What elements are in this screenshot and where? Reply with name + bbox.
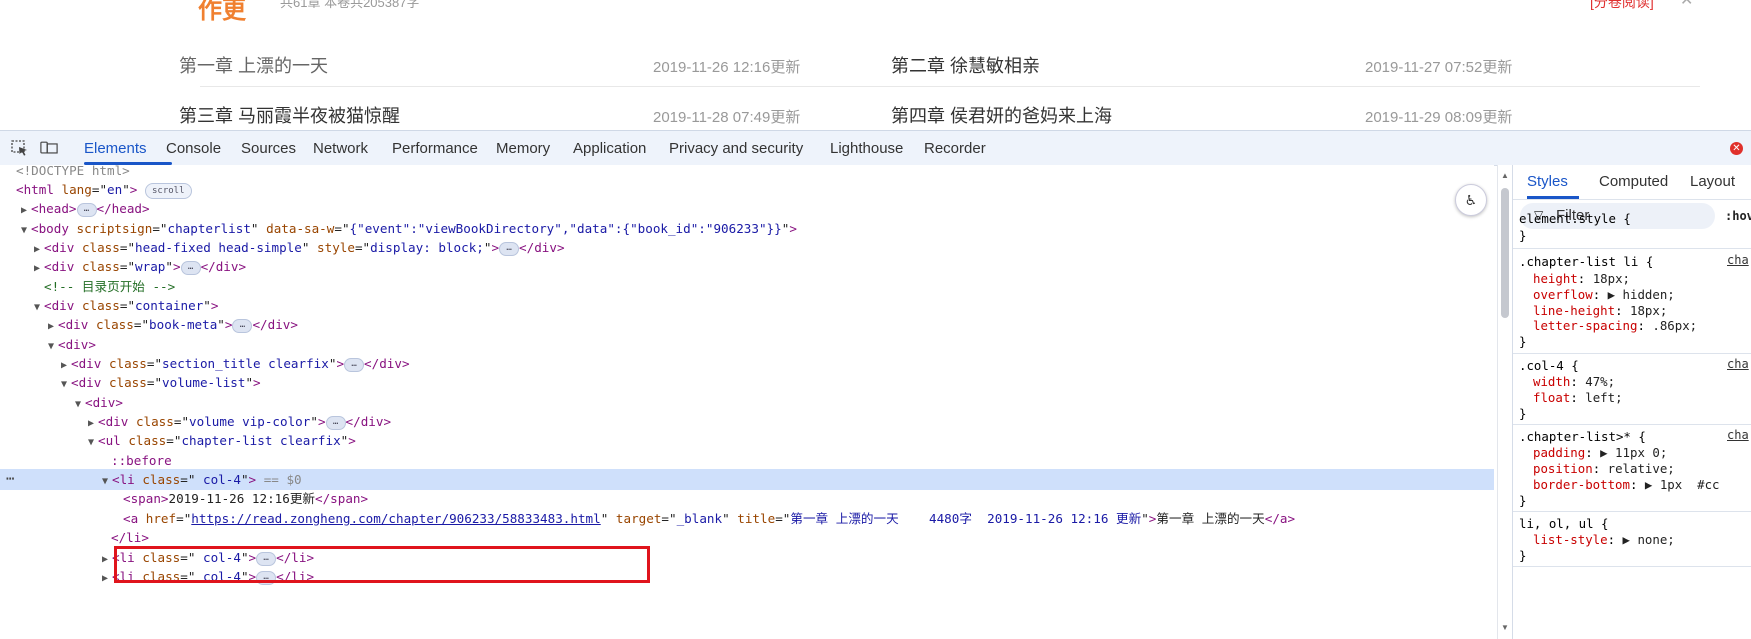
- tab-privacy-security[interactable]: Privacy and security: [669, 140, 803, 157]
- tab-lighthouse[interactable]: Lighthouse: [830, 140, 903, 157]
- scroll-down-icon[interactable]: ▼: [1501, 623, 1509, 632]
- dom-line[interactable]: ::before: [0, 450, 1494, 471]
- chapter-link[interactable]: 第三章 马丽霞半夜被猫惊醒: [179, 102, 400, 128]
- tab-sources[interactable]: Sources: [241, 140, 296, 157]
- dom-line[interactable]: ▶ <div class="wrap">… </div>: [0, 256, 1494, 277]
- ellipsis-badge[interactable]: …: [76, 202, 97, 217]
- css-rule[interactable]: element.style { }: [1513, 208, 1751, 249]
- volume-read-link[interactable]: [分卷阅读]: [1590, 0, 1654, 12]
- selected-node-marker: == $0: [263, 472, 302, 487]
- css-rule[interactable]: .chapter-list li { cha height: 18px; ove…: [1513, 250, 1751, 354]
- rule-source-link[interactable]: cha: [1727, 357, 1749, 371]
- tab-application[interactable]: Application: [573, 140, 646, 157]
- tab-memory[interactable]: Memory: [496, 140, 550, 157]
- tab-performance[interactable]: Performance: [392, 140, 478, 157]
- dom-line[interactable]: <a href="https://read.zongheng.com/chapt…: [0, 508, 1494, 529]
- chapter-link[interactable]: 第一章 上漂的一天: [179, 52, 328, 78]
- dom-line[interactable]: ▶ <head>… </head>: [0, 198, 1494, 219]
- dom-line[interactable]: ▼ <ul class="chapter-list clearfix">: [0, 430, 1494, 451]
- dom-line-selected[interactable]: ⋯ ▼ <li class=" col-4"> == $0: [0, 469, 1494, 490]
- elements-scrollbar[interactable]: ▲ ▼: [1497, 165, 1512, 639]
- active-tab-indicator: [1527, 196, 1579, 199]
- dom-line[interactable]: ▼ <body scriptsign="chapterlist" data-sa-…: [0, 218, 1494, 239]
- close-icon[interactable]: ✕: [1680, 0, 1693, 10]
- inspect-element-icon[interactable]: [11, 140, 29, 156]
- rule-source-link[interactable]: cha: [1727, 428, 1749, 442]
- href-link[interactable]: https://read.zongheng.com/chapter/906233…: [191, 511, 600, 526]
- doctype-node: <!DOCTYPE html>: [16, 163, 130, 178]
- dom-line[interactable]: <!-- 目录页开始 -->: [0, 276, 1494, 297]
- dom-line[interactable]: <!DOCTYPE html>: [0, 160, 1494, 181]
- expand-triangle-icon[interactable]: ▶: [102, 568, 112, 589]
- error-icon[interactable]: ✕: [1730, 142, 1743, 155]
- accessibility-icon[interactable]: ♿: [1455, 184, 1487, 216]
- ellipsis-badge[interactable]: …: [232, 318, 253, 333]
- chapter-time: 2019-11-26 12:16更新: [653, 59, 801, 76]
- tab-layout[interactable]: Layout: [1690, 173, 1735, 190]
- ellipsis-badge[interactable]: …: [180, 260, 201, 275]
- tab-styles[interactable]: Styles: [1527, 173, 1568, 190]
- styles-pane: Styles Computed Layout ▽ Filter :hov ele…: [1512, 165, 1751, 639]
- chapter-time: 2019-11-29 08:09更新: [1365, 109, 1513, 126]
- dom-line[interactable]: <html lang="en"> scroll: [0, 179, 1494, 200]
- chapter-time: 2019-11-27 07:52更新: [1365, 59, 1513, 76]
- dom-line[interactable]: ▶ <div class="volume vip-color">… </div>: [0, 411, 1494, 432]
- web-page-area: 作更 共61章 本卷共205387字 [分卷阅读] ✕ 第一章 上漂的一天 20…: [0, 0, 1751, 130]
- dom-line[interactable]: ▶ <div class="book-meta">… </div>: [0, 314, 1494, 335]
- tab-elements[interactable]: Elements: [84, 140, 147, 157]
- chapter-time: 2019-11-28 07:49更新: [653, 109, 801, 126]
- chapter-link[interactable]: 第四章 侯君妍的爸妈来上海: [891, 102, 1112, 128]
- dom-line[interactable]: ▶ <div class="section_title clearfix">… </…: [0, 353, 1494, 374]
- more-options-icon[interactable]: ⋯: [6, 469, 14, 490]
- tab-console[interactable]: Console: [166, 140, 221, 157]
- rule-source-link[interactable]: cha: [1727, 253, 1749, 267]
- dom-line[interactable]: ▼ <div class="container">: [0, 295, 1494, 316]
- dom-line[interactable]: </li>: [0, 527, 1494, 548]
- scroll-badge[interactable]: scroll: [144, 182, 192, 199]
- dom-line[interactable]: ▼ <div class="volume-list">: [0, 372, 1494, 393]
- dom-line[interactable]: <span>2019-11-26 12:16更新</span>: [0, 488, 1494, 509]
- book-title-fragment: 作更: [198, 0, 246, 24]
- dom-line[interactable]: ▼ <div>: [0, 334, 1494, 355]
- volume-meta: 共61章 本卷共205387字: [280, 0, 420, 10]
- styles-tabbar: Styles Computed Layout: [1513, 165, 1751, 200]
- scroll-up-icon[interactable]: ▲: [1501, 171, 1509, 180]
- device-toolbar-icon[interactable]: [40, 140, 58, 156]
- chapter-row: 第一章 上漂的一天 2019-11-26 12:16更新 第二章 徐慧敏相亲 2…: [179, 44, 1700, 87]
- html-comment: <!-- 目录页开始 -->: [44, 279, 176, 294]
- ellipsis-badge[interactable]: …: [499, 241, 520, 256]
- css-rule[interactable]: .col-4 { cha width: 47%; float: left; }: [1513, 355, 1751, 425]
- css-rule[interactable]: .chapter-list>* { cha padding: ▶ 11px 0;…: [1513, 426, 1751, 512]
- pseudo-element: ::before: [111, 453, 172, 468]
- tab-network[interactable]: Network: [313, 140, 368, 157]
- ellipsis-badge[interactable]: …: [344, 357, 365, 372]
- dom-line[interactable]: ▼ <div>: [0, 392, 1494, 413]
- scrollbar-thumb[interactable]: [1501, 188, 1509, 318]
- chapter-row: 第三章 马丽霞半夜被猫惊醒 2019-11-28 07:49更新 第四章 侯君妍…: [179, 94, 1700, 130]
- tab-computed[interactable]: Computed: [1599, 173, 1668, 190]
- ellipsis-badge[interactable]: …: [325, 415, 346, 430]
- highlight-annotation-box: [114, 546, 650, 583]
- css-rule[interactable]: li, ol, ul { list-style: ▶ none; }: [1513, 513, 1751, 567]
- chapter-link[interactable]: 第二章 徐慧敏相亲: [891, 52, 1040, 78]
- tab-recorder[interactable]: Recorder: [924, 140, 986, 157]
- dom-line[interactable]: ▶ <div class="head-fixed head-simple" sty…: [0, 237, 1494, 258]
